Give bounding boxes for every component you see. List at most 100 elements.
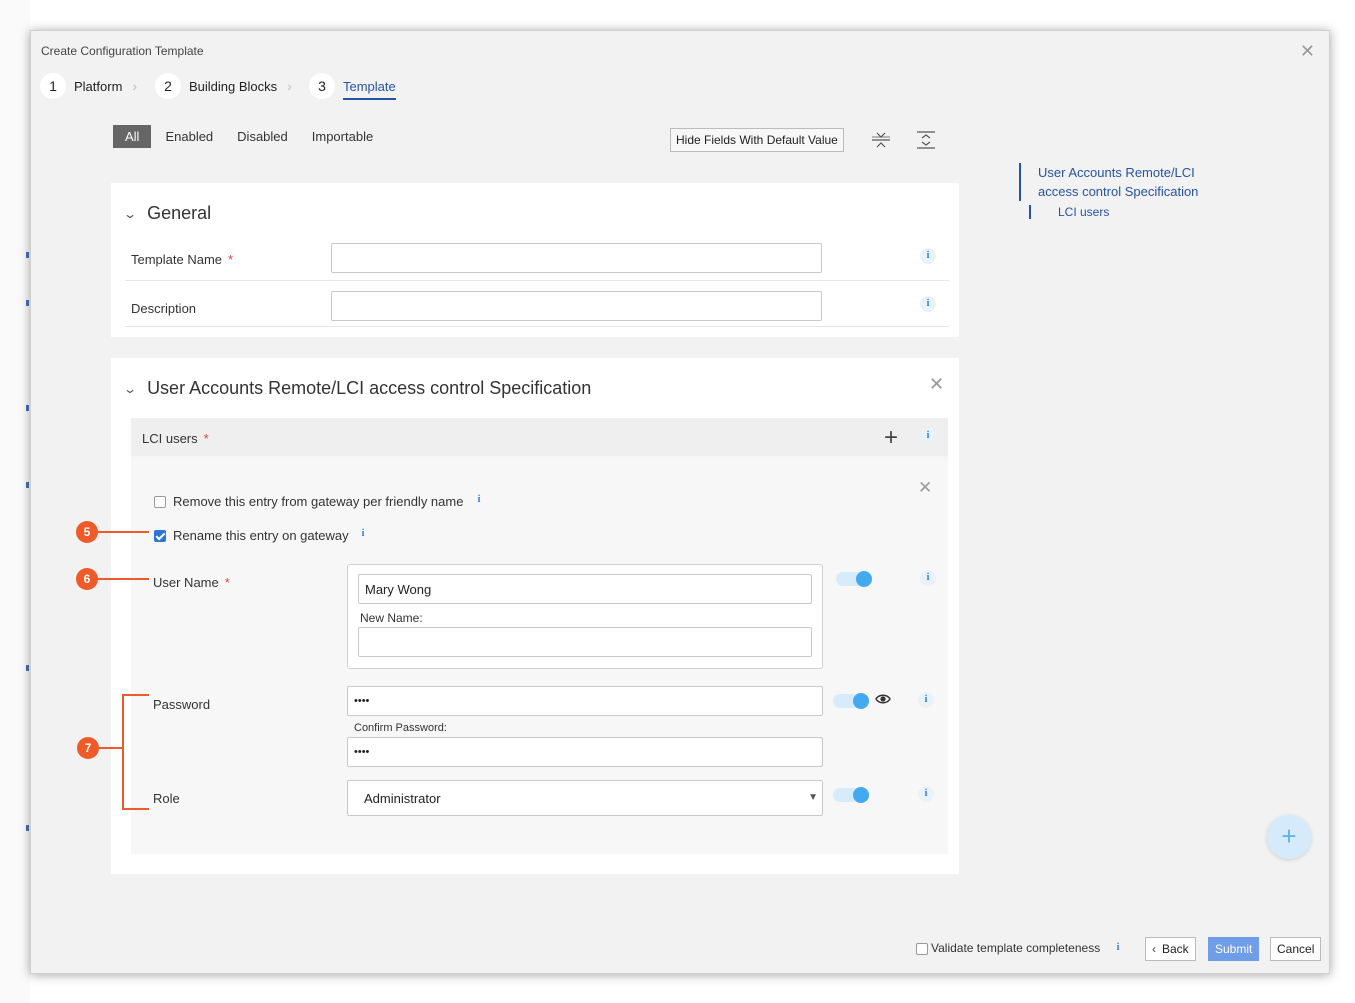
user-accounts-section: ⌄ User Accounts Remote/LCI access contro… (111, 358, 959, 874)
step-label: Building Blocks (189, 78, 278, 94)
required-marker: * (224, 575, 230, 590)
chevron-left-icon: ‹ (1152, 942, 1156, 956)
cancel-button[interactable]: Cancel (1270, 937, 1322, 961)
filter-bar: All Enabled Disabled Importable (113, 125, 397, 148)
toc-item-lci-users[interactable]: LCI users (1029, 205, 1229, 219)
lci-users-label: LCI users * (142, 431, 209, 446)
filter-all[interactable]: All (113, 125, 152, 148)
background-page (0, 0, 30, 1003)
toggle-knob (853, 693, 869, 709)
chevron-right-icon: › (287, 78, 292, 94)
lci-users-group: LCI users * + i ✕ Remove this entry from … (131, 418, 948, 854)
step-label: Platform (74, 78, 123, 94)
filter-importable[interactable]: Importable (312, 129, 373, 144)
dropdown-arrow-icon: ▼ (808, 792, 818, 803)
password-toggle[interactable] (833, 693, 869, 709)
info-icon[interactable]: i (1110, 940, 1126, 956)
label-text: LCI users (142, 431, 198, 446)
wizard-steps: 1 Platform › 2 Building Blocks › 3 Templ… (31, 71, 1329, 101)
create-template-dialog: Create Configuration Template ✕ 1 Platfo… (30, 30, 1330, 974)
rename-entry-checkbox[interactable] (154, 530, 166, 542)
new-name-input[interactable] (358, 627, 812, 657)
remove-entry-checkbox[interactable] (154, 496, 166, 508)
close-icon[interactable]: ✕ (918, 478, 932, 498)
add-icon[interactable]: + (884, 424, 898, 452)
template-name-input[interactable] (331, 243, 822, 273)
lci-user-entry: ✕ Remove this entry from gateway per fri… (131, 460, 948, 854)
info-icon[interactable]: i (920, 248, 936, 264)
filter-enabled[interactable]: Enabled (165, 129, 213, 144)
info-icon[interactable]: i (920, 570, 936, 586)
step-number: 3 (309, 73, 335, 99)
lci-users-header (131, 418, 948, 456)
callout-bracket (122, 694, 149, 696)
label-text: User Name (153, 575, 219, 590)
step-number: 2 (155, 73, 181, 99)
eye-icon[interactable] (875, 692, 891, 706)
filter-disabled[interactable]: Disabled (237, 129, 288, 144)
description-input[interactable] (331, 291, 822, 321)
callout-marker-5: 5 (76, 521, 98, 543)
toc-item-user-accounts[interactable]: User Accounts Remote/LCI access control … (1019, 163, 1219, 201)
user-name-input[interactable]: Mary Wong (358, 574, 812, 604)
info-icon[interactable]: i (918, 692, 934, 708)
callout-marker-7: 7 (77, 737, 99, 759)
rename-entry-label: Rename this entry on gateway (173, 528, 349, 543)
chevron-right-icon: › (132, 78, 138, 94)
template-name-label: Template Name * (131, 252, 233, 267)
role-select[interactable]: Administrator ▼ (347, 780, 823, 816)
divider (125, 326, 949, 327)
background-marker (26, 252, 29, 258)
password-input[interactable]: •••• (347, 686, 823, 716)
general-section-header[interactable]: ⌄ General (123, 203, 212, 224)
validate-checkbox[interactable] (916, 943, 928, 955)
info-icon[interactable]: i (471, 492, 487, 508)
close-icon[interactable]: ✕ (929, 374, 944, 395)
background-marker (26, 300, 29, 306)
password-label: Password (153, 697, 211, 712)
floating-add-button[interactable]: + (1267, 815, 1311, 859)
user-name-toggle[interactable] (836, 571, 872, 587)
expand-all-icon[interactable] (915, 130, 937, 150)
role-selected-value: Administrator (364, 790, 441, 806)
user-name-group: Mary Wong New Name: (347, 564, 823, 669)
info-icon[interactable]: i (920, 296, 936, 312)
section-title: General (147, 203, 212, 223)
divider (125, 280, 949, 281)
description-label: Description (131, 301, 197, 316)
wizard-step-platform[interactable]: 1 Platform › (40, 71, 137, 101)
required-marker: * (228, 252, 234, 267)
close-icon[interactable]: ✕ (1300, 41, 1315, 61)
section-title: User Accounts Remote/LCI access control … (147, 378, 592, 398)
remove-entry-label: Remove this entry from gateway per frien… (173, 494, 464, 509)
toc-item-label: access control Specification (1038, 184, 1199, 199)
validate-label: Validate template completeness (931, 941, 1101, 955)
button-label: Back (1162, 942, 1189, 956)
toggle-knob (853, 787, 869, 803)
toggle-knob (856, 571, 872, 587)
table-of-contents: User Accounts Remote/LCI access control … (1019, 163, 1219, 219)
info-icon[interactable]: i (355, 526, 371, 542)
hide-default-fields-button[interactable]: Hide Fields With Default Value (670, 128, 844, 152)
chevron-down-icon[interactable]: ⌄ (123, 207, 137, 221)
role-toggle[interactable] (833, 787, 869, 803)
step-number: 1 (40, 73, 66, 99)
required-marker: * (203, 431, 209, 446)
collapse-all-icon[interactable] (870, 130, 892, 150)
background-marker (26, 665, 29, 671)
general-section: ⌄ General Template Name * i Description i (111, 183, 959, 337)
submit-button[interactable]: Submit (1208, 937, 1260, 961)
info-icon[interactable]: i (920, 428, 936, 444)
dialog-title: Create Configuration Template (41, 44, 204, 58)
back-button[interactable]: ‹ Back (1145, 937, 1196, 961)
background-marker (26, 825, 29, 831)
role-label: Role (153, 791, 180, 806)
user-accounts-section-header[interactable]: ⌄ User Accounts Remote/LCI access contro… (123, 378, 592, 399)
step-label: Template (343, 79, 396, 100)
label-text: Template Name (131, 252, 223, 267)
wizard-step-building-blocks[interactable]: 2 Building Blocks › (155, 71, 292, 101)
info-icon[interactable]: i (918, 786, 934, 802)
confirm-password-input[interactable]: •••• (347, 737, 823, 767)
wizard-step-template[interactable]: 3 Template (309, 71, 396, 101)
chevron-down-icon[interactable]: ⌄ (123, 382, 137, 396)
